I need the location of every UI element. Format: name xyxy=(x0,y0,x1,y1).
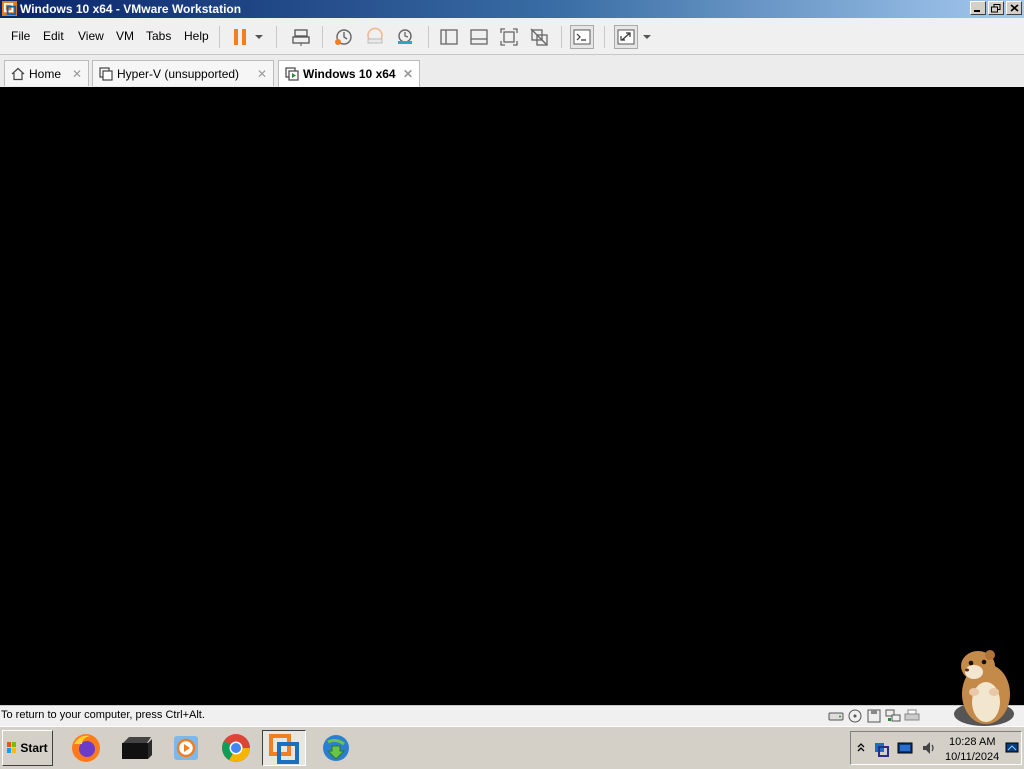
close-button[interactable] xyxy=(1006,1,1022,15)
system-tray: 10:28 AM 10/11/2024 xyxy=(850,731,1022,765)
menu-toolbar: File Edit View VM Tabs Help xyxy=(0,18,1024,55)
vm-console-screen[interactable] xyxy=(0,87,1024,705)
close-tab-icon[interactable]: ✕ xyxy=(403,67,413,81)
hamster-mascot-image xyxy=(954,650,1014,726)
unity-button[interactable] xyxy=(528,26,550,48)
media-player-icon xyxy=(174,736,198,760)
pause-button[interactable] xyxy=(229,26,251,48)
tab-hyper-v[interactable]: Hyper-V (unsupported) ✕ xyxy=(92,60,274,86)
cd-dvd-icon[interactable] xyxy=(847,709,863,723)
network-icon[interactable] xyxy=(885,709,901,723)
thumbnail-bar-button[interactable] xyxy=(468,26,490,48)
power-dropdown[interactable] xyxy=(252,26,266,48)
taskbar-vmware[interactable] xyxy=(262,730,306,766)
hard-disk-icon[interactable] xyxy=(828,709,844,723)
snapshot-icon xyxy=(335,29,352,45)
taskbar-firefox[interactable] xyxy=(64,730,108,766)
stretch-dropdown-icon xyxy=(643,35,651,39)
menu-file[interactable]: File xyxy=(11,29,30,43)
taskbar-download-manager[interactable] xyxy=(314,730,358,766)
menu-vm[interactable]: VM xyxy=(116,29,134,43)
terminal-icon xyxy=(122,737,152,759)
vm-icon xyxy=(99,66,113,81)
console-view-button[interactable] xyxy=(570,25,594,49)
stretch-guest-button[interactable] xyxy=(614,25,638,49)
menu-help[interactable]: Help xyxy=(184,29,209,43)
restore-icon xyxy=(991,3,1001,12)
windows-logo-icon xyxy=(7,742,17,753)
full-screen-icon xyxy=(500,28,518,46)
tab-label: Windows 10 x64 xyxy=(303,67,396,81)
close-icon xyxy=(1009,4,1019,12)
status-bar: To return to your computer, press Ctrl+A… xyxy=(0,705,1024,727)
start-button[interactable]: Start xyxy=(2,730,53,766)
vmware-icon xyxy=(269,734,299,764)
stretch-guest-icon xyxy=(617,29,635,45)
menu-view[interactable]: View xyxy=(78,29,104,43)
close-tab-icon[interactable]: ✕ xyxy=(72,67,82,81)
tray-app-icon[interactable] xyxy=(873,741,889,757)
chrome-icon xyxy=(222,734,250,762)
menu-edit[interactable]: Edit xyxy=(43,29,64,43)
minimize-button[interactable] xyxy=(970,1,986,15)
taskbar-media-player[interactable] xyxy=(164,730,208,766)
taskbar: Start 10:28 AM 10/11/2024 xyxy=(0,726,1024,769)
start-label: Start xyxy=(20,741,48,755)
full-screen-button[interactable] xyxy=(498,26,520,48)
floppy-icon[interactable] xyxy=(866,709,882,723)
window-title: Windows 10 x64 - VMware Workstation xyxy=(20,2,242,16)
home-icon xyxy=(11,67,25,80)
dropdown-arrow-icon xyxy=(255,35,263,39)
revert-snapshot-icon xyxy=(367,27,383,44)
console-view-icon xyxy=(573,29,591,45)
vm-running-icon xyxy=(285,67,299,81)
snapshot-manager-icon xyxy=(398,29,412,44)
title-bar[interactable]: Windows 10 x64 - VMware Workstation xyxy=(0,0,1024,18)
show-hidden-icons-icon[interactable] xyxy=(857,742,865,752)
stretch-dropdown[interactable] xyxy=(640,26,654,48)
tab-windows-10[interactable]: Windows 10 x64 ✕ xyxy=(278,60,420,87)
firefox-icon xyxy=(72,734,100,762)
status-message: To return to your computer, press Ctrl+A… xyxy=(1,709,205,721)
show-library-icon xyxy=(440,29,458,45)
restore-button[interactable] xyxy=(988,1,1004,15)
tab-label: Home xyxy=(29,66,62,81)
volume-icon[interactable] xyxy=(921,740,937,756)
internet-download-manager-icon xyxy=(323,735,349,761)
take-snapshot-button[interactable] xyxy=(333,26,355,48)
send-ctrl-alt-del-icon xyxy=(292,29,310,46)
thumbnail-bar-icon xyxy=(470,29,488,45)
tab-label: Hyper-V (unsupported) xyxy=(117,66,240,81)
pause-icon xyxy=(234,29,246,45)
menu-tabs[interactable]: Tabs xyxy=(146,29,171,43)
tray-network-icon[interactable] xyxy=(897,741,913,755)
show-library-button[interactable] xyxy=(438,26,460,48)
revert-snapshot-button[interactable] xyxy=(364,26,386,48)
close-tab-icon[interactable]: ✕ xyxy=(257,67,267,81)
vmware-app-icon xyxy=(2,1,17,16)
tab-bar: Home ✕ Hyper-V (unsupported) ✕ Windows 1… xyxy=(0,55,1024,88)
tab-home[interactable]: Home ✕ xyxy=(4,60,89,86)
taskbar-chrome[interactable] xyxy=(214,730,258,766)
unity-icon xyxy=(530,28,548,46)
send-ctrl-alt-del-button[interactable] xyxy=(290,26,312,48)
show-desktop-icon[interactable] xyxy=(1005,741,1019,755)
clock-time[interactable]: 10:28 AM xyxy=(949,736,995,748)
snapshot-manager-button[interactable] xyxy=(394,26,416,48)
minimize-icon xyxy=(974,10,980,12)
clock-date[interactable]: 10/11/2024 xyxy=(945,751,999,763)
taskbar-terminal[interactable] xyxy=(114,730,158,766)
printer-icon[interactable] xyxy=(904,709,920,723)
